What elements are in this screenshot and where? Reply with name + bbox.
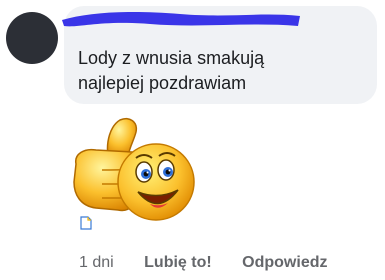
- comment-line: Lody z wnusia smakują: [78, 48, 265, 68]
- document-icon: [80, 216, 92, 230]
- reply-button[interactable]: Odpowiedz: [242, 253, 327, 273]
- comment-actions: 1 dni Lubię to! Odpowiedz: [79, 253, 327, 273]
- redaction-scribble: [62, 12, 300, 27]
- comment-line: najlepiej pozdrawiam: [78, 73, 247, 93]
- avatar[interactable]: [6, 12, 58, 64]
- comment-text: Lody z wnusia smakują najlepiej pozdrawi…: [78, 46, 368, 96]
- like-button[interactable]: Lubię to!: [144, 253, 212, 273]
- comment-age: 1 dni: [79, 254, 114, 271]
- thumbs-up-smiley-sticker-icon: [73, 118, 195, 221]
